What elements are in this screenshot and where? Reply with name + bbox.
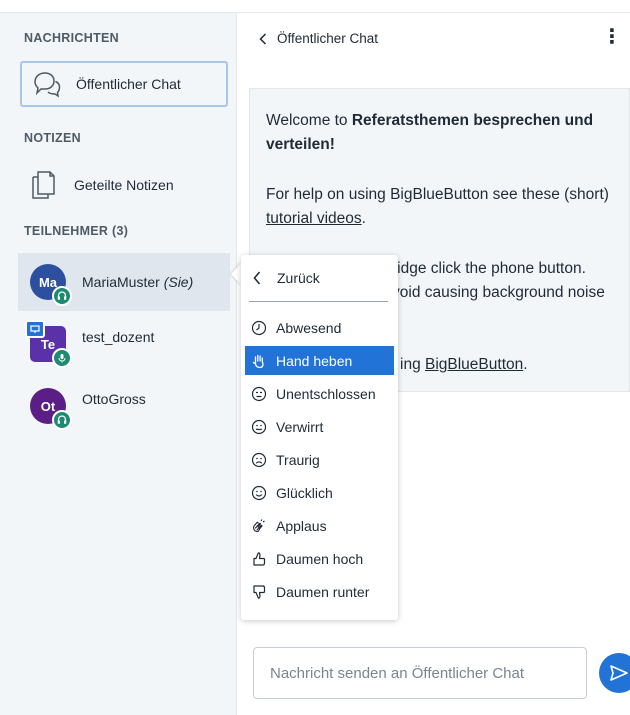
audio-line-2: void causing background noise: [392, 284, 605, 301]
footer-line: ing BigBlueButton.: [400, 353, 620, 377]
messages-section-title: NACHRICHTEN: [24, 31, 119, 45]
user-name: test_dozent: [82, 329, 155, 345]
avatar: Te: [25, 320, 72, 368]
welcome-pre: Welcome to: [266, 112, 352, 129]
footer-end: .: [523, 356, 528, 373]
status-label: Applaus: [276, 517, 327, 534]
avatar: Ma: [30, 264, 72, 306]
help-text: For help on using BigBlueButton see thes…: [266, 186, 609, 203]
top-border: [0, 0, 630, 13]
participants-section-title: TEILNEHMER (3): [24, 224, 129, 238]
chat-back-header[interactable]: Öffentlicher Chat: [259, 31, 378, 46]
back-label: Zurück: [277, 270, 320, 286]
user-name: MariaMuster (Sie): [82, 274, 193, 290]
welcome-line: Welcome to Referatsthemen besprechen und…: [266, 109, 630, 157]
status-item-hand-heben[interactable]: Hand heben: [245, 346, 394, 375]
send-button[interactable]: [599, 653, 630, 693]
microphone-icon: [52, 348, 72, 368]
presenter-icon: [25, 320, 45, 338]
headphones-icon: [52, 286, 72, 306]
avatar: Ot: [30, 388, 72, 430]
user-name-text: MariaMuster: [82, 274, 160, 290]
status-item-verwirrt[interactable]: Verwirrt: [245, 412, 394, 441]
notes-section-title: NOTIZEN: [24, 131, 81, 145]
status-label: Daumen runter: [276, 583, 370, 600]
help-end: .: [361, 210, 366, 227]
status-item-unentschlossen[interactable]: Unentschlossen: [245, 379, 394, 408]
status-item-abwesend[interactable]: Abwesend: [245, 313, 394, 342]
thumbs-up-icon: [250, 550, 268, 568]
tutorial-videos-link[interactable]: tutorial videos: [266, 210, 362, 227]
confused-face-icon: [250, 418, 268, 436]
status-label: Verwirrt: [276, 418, 324, 435]
clock-icon: [250, 319, 268, 337]
status-label: Glücklich: [276, 484, 333, 501]
menu-divider: [249, 301, 388, 302]
status-label: Unentschlossen: [276, 385, 376, 402]
send-icon: [609, 664, 629, 682]
applause-icon: [250, 517, 268, 535]
chat-title: Öffentlicher Chat: [277, 31, 379, 46]
sidebar: NACHRICHTEN Öffentlicher Chat NOTIZEN Ge…: [0, 13, 237, 715]
bigbluebutton-link[interactable]: BigBlueButton: [425, 356, 523, 373]
hand-icon: [250, 352, 268, 370]
public-chat-label: Öffentlicher Chat: [76, 76, 181, 92]
user-name: OttoGross: [82, 391, 146, 407]
happy-face-icon: [250, 484, 268, 502]
footer-text: ing: [400, 356, 425, 373]
shared-notes-item[interactable]: Geteilte Notizen: [20, 163, 228, 207]
thumbs-down-icon: [250, 583, 268, 601]
status-label: Abwesend: [276, 319, 342, 336]
status-item-daumen-hoch[interactable]: Daumen hoch: [245, 544, 394, 573]
sad-face-icon: [250, 451, 268, 469]
user-self-suffix: (Sie): [163, 274, 194, 290]
status-label: Daumen hoch: [276, 550, 364, 567]
help-line: For help on using BigBlueButton see thes…: [266, 183, 630, 231]
document-icon: [30, 170, 56, 200]
neutral-face-icon: [250, 385, 268, 403]
chat-bubbles-icon: [32, 70, 62, 98]
status-item-gluecklich[interactable]: Glücklich: [245, 478, 394, 507]
public-chat-item[interactable]: Öffentlicher Chat: [20, 61, 228, 107]
user-row-test-dozent[interactable]: Te test_dozent: [18, 315, 230, 373]
shared-notes-label: Geteilte Notizen: [74, 177, 174, 193]
status-menu: Zurück Abwesend Hand heben Unentschlosse…: [241, 255, 398, 620]
status-item-traurig[interactable]: Traurig: [245, 445, 394, 474]
chevron-left-icon: [253, 271, 261, 285]
audio-line-1: ridge click the phone button.: [392, 260, 586, 277]
message-input[interactable]: Nachricht senden an Öffentlicher Chat: [253, 647, 587, 699]
more-options-icon[interactable]: ⋮: [602, 27, 622, 47]
status-label: Hand heben: [276, 352, 353, 369]
avatar-initials: Ot: [40, 398, 56, 414]
headphones-icon: [52, 410, 72, 430]
avatar-initials: Ma: [38, 274, 58, 290]
user-row-ottogross[interactable]: Ot OttoGross: [18, 377, 230, 435]
user-row-mariamuster[interactable]: Ma MariaMuster (Sie): [18, 253, 230, 311]
message-input-placeholder: Nachricht senden an Öffentlicher Chat: [270, 664, 525, 682]
status-item-applaus[interactable]: Applaus: [245, 511, 394, 540]
menu-back-item[interactable]: Zurück: [245, 263, 394, 293]
status-item-daumen-runter[interactable]: Daumen runter: [245, 577, 394, 606]
status-label: Traurig: [276, 451, 320, 468]
welcome-post: !: [329, 136, 335, 153]
chevron-left-icon: [259, 32, 267, 45]
avatar-initials: Te: [40, 336, 56, 352]
